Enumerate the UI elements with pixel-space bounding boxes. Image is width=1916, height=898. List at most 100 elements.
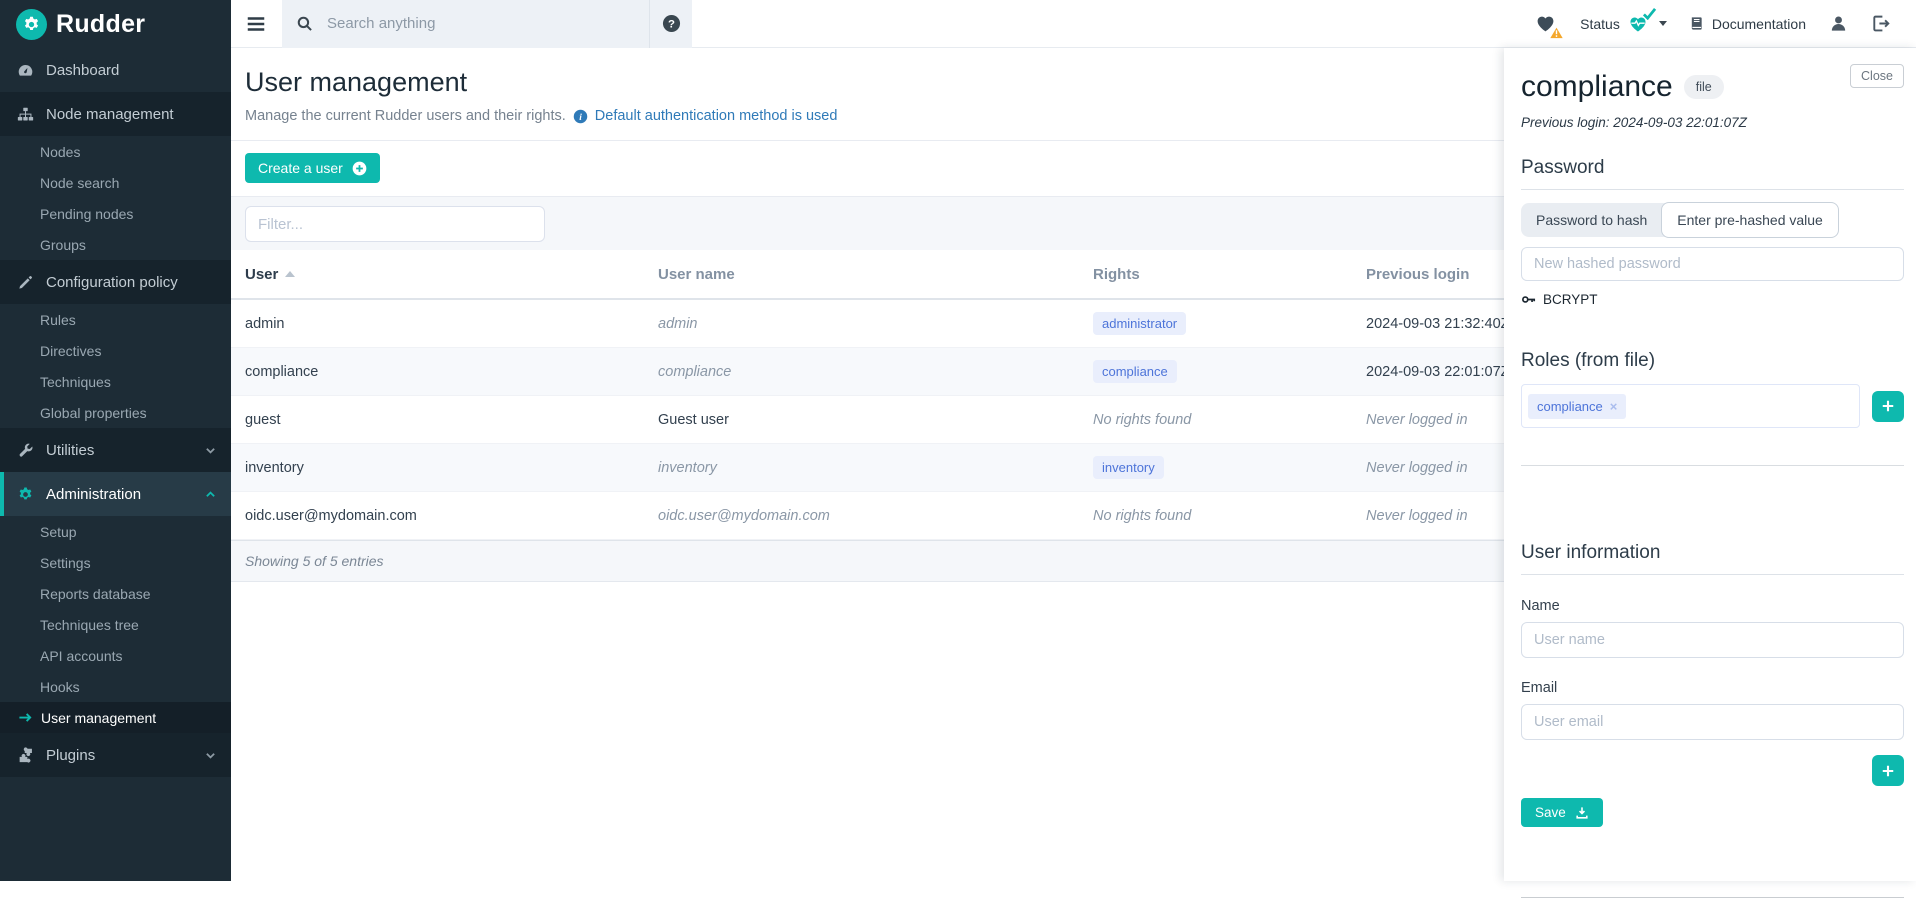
rights-cell: compliance xyxy=(1093,364,1366,380)
wrench-icon xyxy=(17,442,34,459)
gear-icon xyxy=(22,15,41,34)
gear-icon xyxy=(17,486,34,503)
column-label: Previous login xyxy=(1366,266,1469,283)
sidebar-item-label: Settings xyxy=(40,555,91,571)
sidebar-item-nodes[interactable]: Nodes xyxy=(0,136,231,167)
remove-tag-icon[interactable]: × xyxy=(1610,399,1618,414)
user-name-input[interactable] xyxy=(1521,622,1904,658)
sidebar-item-label: Rules xyxy=(40,312,76,328)
svg-text:i: i xyxy=(579,112,582,122)
roles-heading: Roles (from file) xyxy=(1521,350,1904,372)
sidebar-item-label: Pending nodes xyxy=(40,206,133,222)
rights-badge[interactable]: inventory xyxy=(1093,456,1164,479)
hash-algorithm-label: BCRYPT xyxy=(1543,292,1598,307)
email-label: Email xyxy=(1521,680,1904,696)
sidebar-item-directives[interactable]: Directives xyxy=(0,335,231,366)
sidebar-item-label: Techniques xyxy=(40,374,111,390)
hamburger-menu-icon[interactable] xyxy=(245,13,267,35)
origin-badge: file xyxy=(1684,75,1724,99)
column-header-rights[interactable]: Rights xyxy=(1093,266,1366,283)
roles-tag-box[interactable]: compliance× xyxy=(1521,384,1860,428)
sidebar-item-global-properties[interactable]: Global properties xyxy=(0,397,231,428)
column-header-user[interactable]: User xyxy=(245,266,658,283)
documentation-label: Documentation xyxy=(1712,16,1806,32)
tab-password-to-hash[interactable]: Password to hash xyxy=(1521,203,1662,237)
status-health-icon xyxy=(1627,14,1649,34)
password-heading: Password xyxy=(1521,157,1904,190)
sidebar-item-rules[interactable]: Rules xyxy=(0,304,231,335)
sidebar-item-techniques[interactable]: Techniques xyxy=(0,366,231,397)
pencil-icon xyxy=(17,274,34,291)
documentation-link[interactable]: Documentation xyxy=(1689,15,1806,32)
sidebar-item-groups[interactable]: Groups xyxy=(0,229,231,260)
auth-method-link[interactable]: Default authentication method is used xyxy=(595,108,838,124)
user-account-button[interactable] xyxy=(1828,14,1848,34)
save-label: Save xyxy=(1535,805,1566,820)
sidebar-item-settings[interactable]: Settings xyxy=(0,547,231,578)
sidebar-item-label: Reports database xyxy=(40,586,151,602)
global-search: ? xyxy=(282,0,692,48)
role-tag: compliance× xyxy=(1528,394,1626,419)
hashed-password-input[interactable] xyxy=(1521,247,1904,281)
filter-input[interactable] xyxy=(245,206,545,242)
add-info-row xyxy=(1521,755,1904,786)
user-email-input[interactable] xyxy=(1521,704,1904,740)
rudder-logo[interactable]: Rudder xyxy=(0,0,231,48)
health-status-button[interactable] xyxy=(1534,13,1558,35)
sidebar-item-setup[interactable]: Setup xyxy=(0,516,231,547)
sidebar-item-pending-nodes[interactable]: Pending nodes xyxy=(0,198,231,229)
user-details-panel: Close compliance file Previous login: 20… xyxy=(1504,48,1916,881)
close-panel-button[interactable]: Close xyxy=(1850,64,1904,88)
sidebar-item-reports-database[interactable]: Reports database xyxy=(0,578,231,609)
hash-algorithm-row: BCRYPT xyxy=(1521,292,1904,307)
status-dropdown[interactable]: Status xyxy=(1580,14,1667,34)
rights-badge[interactable]: administrator xyxy=(1093,312,1186,335)
book-icon xyxy=(1689,15,1704,32)
logout-button[interactable] xyxy=(1870,14,1890,34)
brand-name: Rudder xyxy=(56,10,145,39)
chevron-up-icon xyxy=(204,488,217,501)
user-cell: admin xyxy=(245,316,658,332)
sidebar-item-administration[interactable]: Administration xyxy=(0,472,231,516)
search-input[interactable] xyxy=(325,14,649,33)
save-button[interactable]: Save xyxy=(1521,798,1603,827)
roles-row: compliance× xyxy=(1521,384,1904,428)
panel-title: compliance xyxy=(1521,70,1673,104)
sidebar-item-label: Groups xyxy=(40,237,86,253)
sidebar-item-api-accounts[interactable]: API accounts xyxy=(0,640,231,671)
rights-none-text: No rights found xyxy=(1093,412,1191,428)
chevron-down-icon xyxy=(204,444,217,457)
sidebar-item-label: Node search xyxy=(40,175,119,191)
plus-icon xyxy=(1881,399,1895,413)
sidebar-item-label: Configuration policy xyxy=(46,274,178,291)
create-user-button[interactable]: Create a user xyxy=(245,153,380,183)
sidebar-item-hooks[interactable]: Hooks xyxy=(0,671,231,702)
sidebar-item-utilities[interactable]: Utilities xyxy=(0,428,231,472)
sidebar-item-node-management[interactable]: Node management xyxy=(0,92,231,136)
column-header-user-name[interactable]: User name xyxy=(658,266,1093,283)
info-circle-icon: i xyxy=(573,109,588,124)
username-cell: compliance xyxy=(658,364,1093,380)
search-help-button[interactable]: ? xyxy=(650,0,692,48)
add-user-info-button[interactable] xyxy=(1872,755,1904,786)
gauge-icon xyxy=(17,62,34,79)
panel-title-row: compliance file xyxy=(1521,70,1904,104)
help-circle-icon: ? xyxy=(662,14,681,33)
download-icon xyxy=(1575,806,1589,820)
sidebar-item-node-search[interactable]: Node search xyxy=(0,167,231,198)
user-cell: compliance xyxy=(245,364,658,380)
user-cell: oidc.user@mydomain.com xyxy=(245,508,658,524)
user-cell: inventory xyxy=(245,460,658,476)
sidebar-item-plugins[interactable]: Plugins xyxy=(0,733,231,777)
sidebar-item-label: Dashboard xyxy=(46,62,119,79)
sidebar-item-user-management[interactable]: User management xyxy=(0,702,231,733)
tab-enter-pre-hashed-value[interactable]: Enter pre-hashed value xyxy=(1661,202,1839,238)
rights-badge[interactable]: compliance xyxy=(1093,360,1177,383)
chevron-down-icon xyxy=(204,749,217,762)
sort-asc-icon xyxy=(285,271,295,277)
sidebar-item-label: API accounts xyxy=(40,648,123,664)
sidebar-item-dashboard[interactable]: Dashboard xyxy=(0,48,231,92)
sidebar-item-configuration-policy[interactable]: Configuration policy xyxy=(0,260,231,304)
add-role-button[interactable] xyxy=(1872,391,1904,422)
sidebar-item-techniques-tree[interactable]: Techniques tree xyxy=(0,609,231,640)
